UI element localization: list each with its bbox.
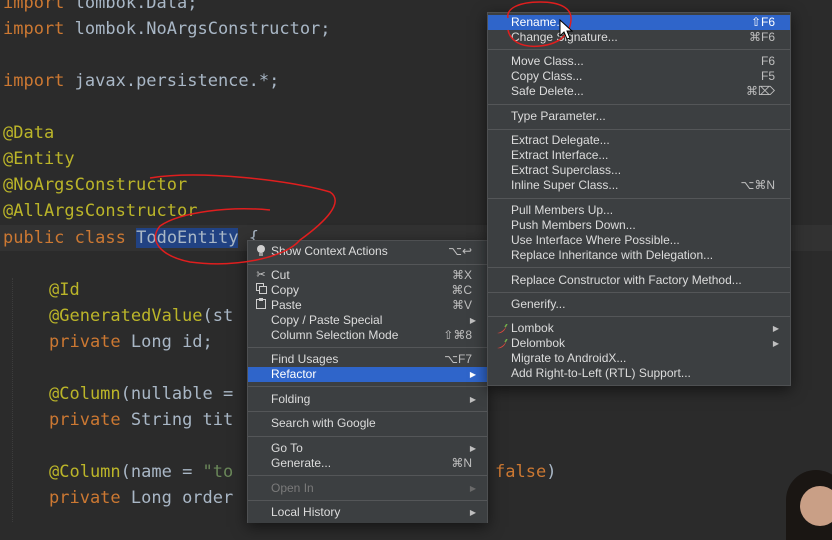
menu-item-safe-delete[interactable]: Safe Delete... ⌘⌦ [488,84,790,99]
code-line-12: @Id [49,280,80,300]
clipboard-icon [255,298,267,313]
code-line-1: import lombok.Data; [3,0,198,13]
code-line-20: private Long order [49,488,234,508]
menu-item-extract-interface[interactable]: Extract Interface... [488,148,790,163]
menu-item-generify[interactable]: Generify... [488,297,790,312]
menu-item-migrate-to-androidx[interactable]: Migrate to AndroidX... [488,351,790,366]
menu-item-inline-super-class[interactable]: Inline Super Class... ⌥⌘N [488,178,790,193]
menu-item-extract-superclass[interactable]: Extract Superclass... [488,163,790,178]
menu-item-copy-paste-special[interactable]: Copy / Paste Special ▶ [248,313,487,328]
code-line-16: @Column(nullable = [49,384,234,404]
menu-item-generate[interactable]: Generate... ⌘N [248,456,487,471]
menu-item-find-usages[interactable]: Find Usages ⌥F7 [248,352,487,367]
menu-item-delombok[interactable]: Delombok ▶ [488,336,790,351]
menu-item-column-selection-mode[interactable]: Column Selection Mode ⇧⌘8 [248,328,487,343]
menu-separator [488,267,790,268]
menu-item-refactor[interactable]: Refactor ▶ [248,367,487,382]
refactor-submenu: Rename... ⇧F6 Change Signature... ⌘F6 Move… [487,12,791,386]
presenter-face [800,486,832,526]
menu-item-lombok[interactable]: Lombok ▶ [488,321,790,336]
indent-guide [12,278,13,522]
menu-item-push-members-down[interactable]: Push Members Down... [488,218,790,233]
submenu-arrow-icon: ▶ [772,324,779,333]
menu-item-search-with-google[interactable]: Search with Google [248,416,487,431]
menu-item-cut[interactable]: ✂ Cut ⌘X [248,268,487,283]
submenu-arrow-icon: ▶ [469,508,476,517]
submenu-arrow-icon: ▶ [772,339,779,348]
menu-separator [248,475,487,476]
menu-separator [488,292,790,293]
menu-separator [248,264,487,265]
menu-item-show-context-actions[interactable]: Show Context Actions ⌥↩ [248,244,487,259]
menu-item-use-interface-where-possible[interactable]: Use Interface Where Possible... [488,233,790,248]
menu-item-extract-delegate[interactable]: Extract Delegate... [488,133,790,148]
menu-separator [488,104,790,105]
menu-item-replace-inheritance-with-delegation[interactable]: Replace Inheritance with Delegation... [488,248,790,263]
chili-pepper-icon [496,338,508,349]
chili-pepper-icon [496,323,508,334]
code-line-6: @Data [3,123,55,143]
menu-separator [248,347,487,348]
code-line-13: @GeneratedValue(st [49,306,234,326]
menu-item-paste[interactable]: Paste ⌘V [248,298,487,313]
code-line-19: @Column(name = "to [49,462,234,482]
copy-icon [255,283,267,298]
menu-separator [488,316,790,317]
code-line-19-tail: false) [495,462,557,482]
menu-item-type-parameter[interactable]: Type Parameter... [488,109,790,124]
menu-item-open-in[interactable]: Open In ▶ [248,481,487,496]
code-line-2: import lombok.NoArgsConstructor; [3,19,331,39]
menu-item-copy[interactable]: Copy ⌘C [248,283,487,298]
code-line-14: private Long id; [49,332,213,352]
code-line-10: public class TodoEntity { [3,228,259,248]
editor-context-menu: Show Context Actions ⌥↩ ✂ Cut ⌘X Copy ⌘C Pa… [247,240,488,523]
submenu-arrow-icon: ▶ [469,316,476,325]
menu-item-change-signature[interactable]: Change Signature... ⌘F6 [488,30,790,45]
class-name-selection[interactable]: TodoEntity [136,228,239,248]
menu-separator [248,386,487,387]
lightbulb-icon [255,244,267,259]
submenu-arrow-icon: ▶ [469,444,476,453]
code-line-8: @NoArgsConstructor [3,175,188,195]
menu-separator [248,500,487,501]
menu-item-add-rtl-support[interactable]: Add Right-to-Left (RTL) Support... [488,366,790,381]
menu-item-rename[interactable]: Rename... ⇧F6 [488,15,790,30]
code-line-9: @AllArgsConstructor [3,201,198,221]
submenu-arrow-icon: ▶ [469,395,476,404]
menu-item-folding[interactable]: Folding ▶ [248,392,487,407]
scissors-icon: ✂ [256,269,266,281]
menu-separator [488,49,790,50]
menu-item-pull-members-up[interactable]: Pull Members Up... [488,203,790,218]
menu-separator [488,198,790,199]
code-line-7: @Entity [3,149,75,169]
menu-separator [488,129,790,130]
code-line-4: import javax.persistence.*; [3,71,280,91]
menu-separator [248,436,487,437]
code-line-17: private String tit [49,410,234,430]
submenu-arrow-icon: ▶ [469,370,476,379]
submenu-arrow-icon: ▶ [469,484,476,493]
menu-item-move-class[interactable]: Move Class... F6 [488,54,790,69]
menu-item-replace-constructor-with-factory-method[interactable]: Replace Constructor with Factory Method.… [488,273,790,288]
menu-item-copy-class[interactable]: Copy Class... F5 [488,69,790,84]
menu-item-local-history[interactable]: Local History ▶ [248,505,487,520]
menu-item-go-to[interactable]: Go To ▶ [248,441,487,456]
menu-separator [248,411,487,412]
